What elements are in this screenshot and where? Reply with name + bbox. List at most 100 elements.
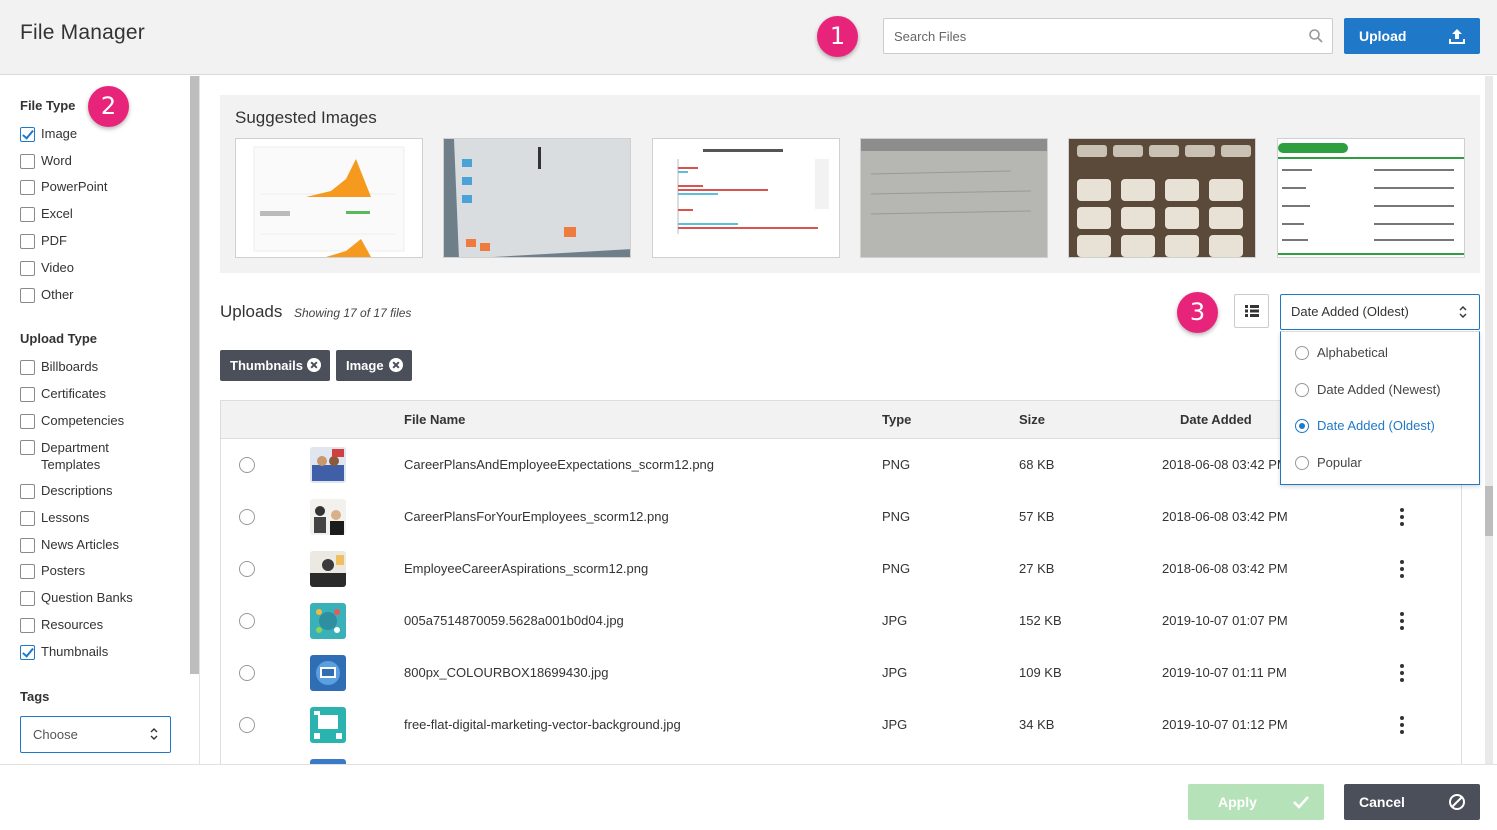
filter-upload-type-department-templates[interactable]: Department Templates [20, 439, 130, 473]
filter-label: PowerPoint [41, 179, 108, 194]
checkbox[interactable] [20, 288, 35, 303]
filter-file-type-video[interactable]: Video [20, 260, 74, 276]
column-type[interactable]: Type [882, 412, 911, 427]
checkbox[interactable] [20, 127, 35, 142]
row-select-radio[interactable] [239, 665, 255, 681]
checkbox[interactable] [20, 387, 35, 402]
row-actions-icon[interactable] [1400, 560, 1404, 578]
checkbox[interactable] [20, 511, 35, 526]
row-select-radio[interactable] [239, 457, 255, 473]
file-size: 34 KB [1019, 717, 1055, 732]
suggested-image-5[interactable] [1068, 138, 1256, 258]
search-icon[interactable] [1308, 28, 1324, 44]
sort-option-date-oldest[interactable]: Date Added (Oldest) [1295, 418, 1435, 433]
file-size: 57 KB [1019, 509, 1055, 524]
filter-label: Question Banks [41, 590, 133, 605]
checkbox[interactable] [20, 414, 35, 429]
row-select-radio[interactable] [239, 717, 255, 733]
sort-option-popular[interactable]: Popular [1295, 455, 1362, 470]
row-select-radio[interactable] [239, 613, 255, 629]
suggested-image-4[interactable] [860, 138, 1048, 258]
checkbox[interactable] [20, 207, 35, 222]
row-actions-icon[interactable] [1400, 664, 1404, 682]
table-row[interactable]: 005a7514870059.5628a001b0d04.jpg JPG 152… [221, 595, 1461, 647]
sidebar-scrollbar[interactable] [190, 76, 199, 674]
filter-upload-type-resources[interactable]: Resources [20, 617, 103, 633]
radio[interactable] [1295, 345, 1309, 360]
chart-thumbnail-image [236, 139, 422, 257]
suggested-image-6[interactable] [1277, 138, 1465, 258]
select-arrows-icon [1459, 306, 1467, 318]
table-row[interactable] [221, 751, 1461, 764]
filter-upload-type-billboards[interactable]: Billboards [20, 359, 98, 375]
filter-file-type-powerpoint[interactable]: PowerPoint [20, 179, 107, 195]
filter-upload-type-posters[interactable]: Posters [20, 563, 85, 579]
filter-upload-type-question-banks[interactable]: Question Banks [20, 590, 133, 606]
main-scrollbar-track[interactable] [1485, 76, 1493, 764]
row-actions-icon[interactable] [1400, 612, 1404, 630]
cancel-button[interactable]: Cancel [1344, 784, 1480, 820]
filter-file-type-pdf[interactable]: PDF [20, 233, 67, 249]
checkbox[interactable] [20, 234, 35, 249]
suggested-image-2[interactable] [443, 138, 631, 258]
upload-button[interactable]: Upload [1344, 18, 1480, 54]
file-date: 2018-06-08 03:42 PM [1162, 509, 1288, 524]
filter-file-type-word[interactable]: Word [20, 153, 72, 169]
checkbox[interactable] [20, 564, 35, 579]
file-name: CareerPlansAndEmployeeExpectations_scorm… [404, 457, 715, 472]
checkbox[interactable] [20, 154, 35, 169]
filter-upload-type-competencies[interactable]: Competencies [20, 413, 124, 429]
checkbox[interactable] [20, 484, 35, 499]
radio[interactable] [1295, 382, 1309, 397]
filter-upload-type-news-articles[interactable]: News Articles [20, 537, 119, 553]
search-input[interactable] [884, 19, 1284, 53]
column-size[interactable]: Size [1019, 412, 1045, 427]
checkbox[interactable] [20, 645, 35, 660]
sort-option-alphabetical[interactable]: Alphabetical [1295, 345, 1388, 360]
filter-upload-type-lessons[interactable]: Lessons [20, 510, 89, 526]
files-table: File Name Type Size Date Added CareerPla… [220, 400, 1462, 764]
filter-upload-type-certificates[interactable]: Certificates [20, 386, 106, 402]
table-row[interactable]: CareerPlansForYourEmployees_scorm12.png … [221, 491, 1461, 543]
column-file-name[interactable]: File Name [404, 412, 465, 427]
row-actions-icon[interactable] [1400, 716, 1404, 734]
remove-chip-icon[interactable] [307, 358, 321, 372]
checkbox[interactable] [20, 261, 35, 276]
suggested-images: Suggested Images [220, 95, 1480, 273]
sort-option-date-newest[interactable]: Date Added (Newest) [1295, 382, 1441, 397]
file-type: PNG [882, 509, 911, 524]
suggested-image-3[interactable] [652, 138, 840, 258]
checkbox[interactable] [20, 180, 35, 195]
uploads-count: Showing 17 of 17 files [294, 306, 412, 320]
column-date-added[interactable]: Date Added [1180, 412, 1252, 427]
file-thumbnail [310, 707, 346, 743]
row-actions-icon[interactable] [1400, 508, 1404, 526]
remove-chip-icon[interactable] [389, 358, 403, 372]
filter-file-type-image[interactable]: Image [20, 126, 77, 142]
table-row[interactable]: CareerPlansAndEmployeeExpectations_scorm… [221, 439, 1461, 491]
main-scrollbar-thumb[interactable] [1485, 486, 1493, 536]
row-select-radio[interactable] [239, 509, 255, 525]
filter-upload-type-thumbnails[interactable]: Thumbnails [20, 644, 108, 660]
table-row[interactable]: free-flat-digital-marketing-vector-backg… [221, 699, 1461, 751]
list-view-toggle[interactable] [1234, 294, 1269, 328]
checkbox[interactable] [20, 618, 35, 633]
paper-photo-image [861, 139, 1047, 257]
filter-file-type-excel[interactable]: Excel [20, 206, 73, 222]
filter-label: Excel [41, 206, 73, 221]
checkbox[interactable] [20, 591, 35, 606]
radio[interactable] [1295, 418, 1309, 433]
checkbox[interactable] [20, 360, 35, 375]
checkbox[interactable] [20, 538, 35, 553]
filter-upload-type-descriptions[interactable]: Descriptions [20, 483, 113, 499]
table-row[interactable]: 800px_COLOURBOX18699430.jpg JPG 109 KB 2… [221, 647, 1461, 699]
row-select-radio[interactable] [239, 561, 255, 577]
tags-select[interactable]: Choose [20, 716, 171, 753]
checkbox[interactable] [20, 440, 35, 455]
radio[interactable] [1295, 455, 1309, 470]
sort-select[interactable]: Date Added (Oldest) [1280, 294, 1480, 330]
table-row[interactable]: EmployeeCareerAspirations_scorm12.png PN… [221, 543, 1461, 595]
suggested-image-1[interactable] [235, 138, 423, 258]
apply-button[interactable]: Apply [1188, 784, 1324, 820]
filter-file-type-other[interactable]: Other [20, 287, 74, 303]
